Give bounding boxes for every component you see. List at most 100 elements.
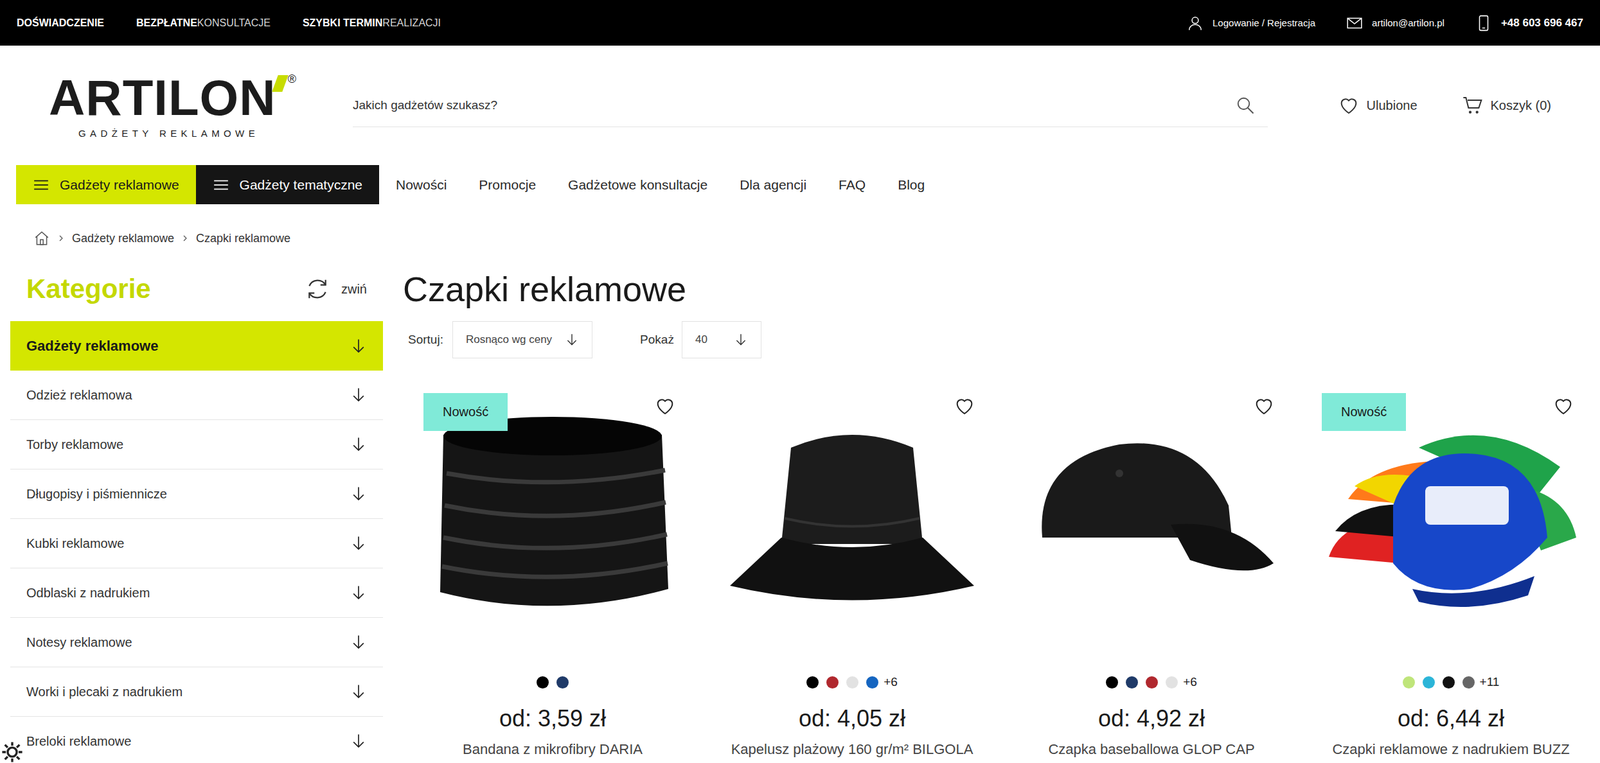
favorites-link[interactable]: Ulubione [1338, 95, 1418, 116]
chevron-right-icon [181, 235, 189, 242]
collapse-button[interactable]: zwiń [305, 276, 367, 302]
caps-set-icon [1322, 409, 1580, 622]
product-grid: Nowość od: 3,59 zł Bandana z mikrofibry DA… [402, 393, 1600, 759]
product-name[interactable]: Czapka baseballowa GLOP CAP [1048, 741, 1255, 759]
breadcrumb-item[interactable]: Czapki reklamowe [195, 231, 291, 246]
product-name[interactable]: Czapki reklamowe z nadrukiem BUZZ [1332, 741, 1570, 759]
product-image[interactable]: Nowość [402, 393, 703, 638]
breadcrumb-item[interactable]: Gadżety reklamowe [71, 231, 175, 246]
nav-link[interactable]: FAQ [838, 165, 866, 205]
header: ARTILON®GADŻETY REKLAMOWE Jakich gadżetów… [0, 45, 1600, 166]
product-price: od: 4,05 zł [798, 705, 906, 733]
user-icon [1186, 14, 1204, 32]
nav-menu-button[interactable]: Gadżety tematyczne [195, 165, 380, 205]
sidebar-item[interactable]: Długopisy i piśmiennicze [10, 469, 383, 520]
show-select[interactable]: 40 [681, 321, 762, 359]
nav-link[interactable]: Gadżetowe konsultacje [568, 165, 708, 205]
heart-icon[interactable] [1553, 395, 1574, 417]
gear-icon[interactable] [1, 741, 24, 763]
home-icon[interactable] [33, 230, 51, 247]
more-colors[interactable]: +11 [1479, 675, 1500, 690]
arrow-down-icon [350, 634, 367, 651]
color-dot[interactable] [1442, 676, 1455, 689]
more-colors[interactable]: +6 [883, 675, 898, 690]
product-name[interactable]: Bandana z mikrofibry DARIA [462, 741, 643, 759]
product-price: od: 6,44 zł [1397, 705, 1505, 733]
sidebar-item[interactable]: Gadżety reklamowe [10, 321, 383, 371]
sort-select[interactable]: Rosnąco wg ceny [452, 321, 593, 359]
heart-icon [1338, 95, 1360, 116]
nav-link[interactable]: Nowości [395, 165, 447, 205]
bucket-hat-icon [723, 409, 981, 622]
bandana-icon [424, 409, 682, 622]
arrow-down-icon [350, 733, 367, 750]
cart-link[interactable]: Koszyk (0) [1462, 95, 1552, 116]
arrow-down-icon [350, 386, 367, 404]
color-dot[interactable] [1402, 676, 1415, 689]
product-image[interactable] [1001, 393, 1302, 638]
hamburger-icon [212, 176, 230, 194]
color-swatches [536, 674, 569, 691]
logo[interactable]: ARTILON®GADŻETY REKLAMOWE [48, 72, 313, 139]
breadcrumb: Gadżety reklamowe Czapki reklamowe [0, 204, 1600, 247]
product-card[interactable]: Nowość +11 od: 6,44 zł Czapki reklamowe z n… [1301, 393, 1600, 759]
sidebar-item[interactable]: Breloki reklamowe [10, 717, 383, 763]
color-dot[interactable] [1462, 676, 1475, 689]
arrow-down-icon [350, 485, 367, 503]
product-image[interactable]: Nowość [1301, 393, 1600, 638]
color-dot[interactable] [1145, 676, 1158, 689]
product-name[interactable]: Kapelusz plażowy 160 gr/m² BILGOLA [731, 741, 974, 759]
sidebar-item[interactable]: Odblaski z nadrukiem [10, 568, 383, 619]
color-dot[interactable] [1105, 676, 1119, 689]
color-swatches: +6 [1105, 674, 1198, 691]
nav-link[interactable]: Blog [897, 165, 925, 205]
color-dot[interactable] [556, 676, 569, 689]
main-nav: Gadżety reklamoweGadżety tematyczne Nowoś… [16, 165, 1600, 205]
top-highlight: SZYBKI TERMINREALIZACJI [302, 17, 441, 29]
nav-menu-button[interactable]: Gadżety reklamowe [16, 165, 196, 205]
product-card[interactable]: +6 od: 4,05 zł Kapelusz plażowy 160 gr/m² … [702, 393, 1002, 759]
page: DOŚWIADCZENIEBEZPŁATNEKONSULTACJESZYBKI … [0, 0, 1600, 763]
color-dot[interactable] [866, 676, 879, 689]
arrow-down-icon [350, 337, 367, 355]
heart-icon[interactable] [654, 395, 676, 417]
product-image[interactable] [702, 393, 1002, 638]
heart-icon[interactable] [1253, 395, 1275, 417]
color-dot[interactable] [846, 676, 859, 689]
heart-icon[interactable] [954, 395, 975, 417]
search-field[interactable]: Jakich gadżetów szukasz? [352, 84, 1268, 128]
product-card[interactable]: Nowość od: 3,59 zł Bandana z mikrofibry DA… [402, 393, 703, 759]
search-icon[interactable] [1235, 95, 1255, 116]
email-link[interactable]: artilon@artilon.pl [1346, 14, 1445, 32]
color-dot[interactable] [536, 676, 549, 689]
login-link[interactable]: Logowanie / Rejestracja [1186, 14, 1316, 32]
color-dot[interactable] [826, 676, 839, 689]
search-placeholder: Jakich gadżetów szukasz? [352, 98, 498, 113]
product-price: od: 3,59 zł [499, 705, 606, 733]
arrow-down-icon [564, 332, 579, 347]
sidebar-item[interactable]: Odzież reklamowa [10, 370, 383, 421]
sort-label: Sortuj: [408, 332, 444, 347]
sidebar-title: Kategorie [26, 273, 152, 305]
main: Kategorie zwiń Gadżety reklamoweOdzież rek… [10, 266, 1600, 763]
sidebar: Kategorie zwiń Gadżety reklamoweOdzież rek… [10, 266, 383, 763]
more-colors[interactable]: +6 [1182, 675, 1198, 690]
color-dot[interactable] [806, 676, 819, 689]
product-card[interactable]: +6od: 4,92 złCzapka baseballowa GLOP CAP [1001, 393, 1302, 759]
color-dot[interactable] [1125, 676, 1138, 689]
color-dot[interactable] [1422, 676, 1435, 689]
nav-link[interactable]: Dla agencji [739, 165, 807, 205]
hamburger-icon [32, 176, 50, 194]
sidebar-item[interactable]: Notesy reklamowe [10, 618, 383, 668]
phone-icon [1475, 14, 1493, 32]
color-dot[interactable] [1165, 676, 1178, 689]
sidebar-item[interactable]: Kubki reklamowe [10, 519, 383, 569]
phone-link[interactable]: +48 603 696 467 [1475, 14, 1584, 32]
sidebar-item[interactable]: Worki i plecaki z nadrukiem [10, 667, 383, 718]
sidebar-item[interactable]: Torby reklamowe [10, 420, 383, 470]
nav-link[interactable]: Promocje [478, 165, 536, 205]
arrow-down-icon [733, 332, 748, 347]
logo-name: ARTILON [48, 72, 277, 123]
top-highlight: BEZPŁATNEKONSULTACJE [136, 17, 271, 29]
new-badge: Nowość [1321, 393, 1406, 432]
